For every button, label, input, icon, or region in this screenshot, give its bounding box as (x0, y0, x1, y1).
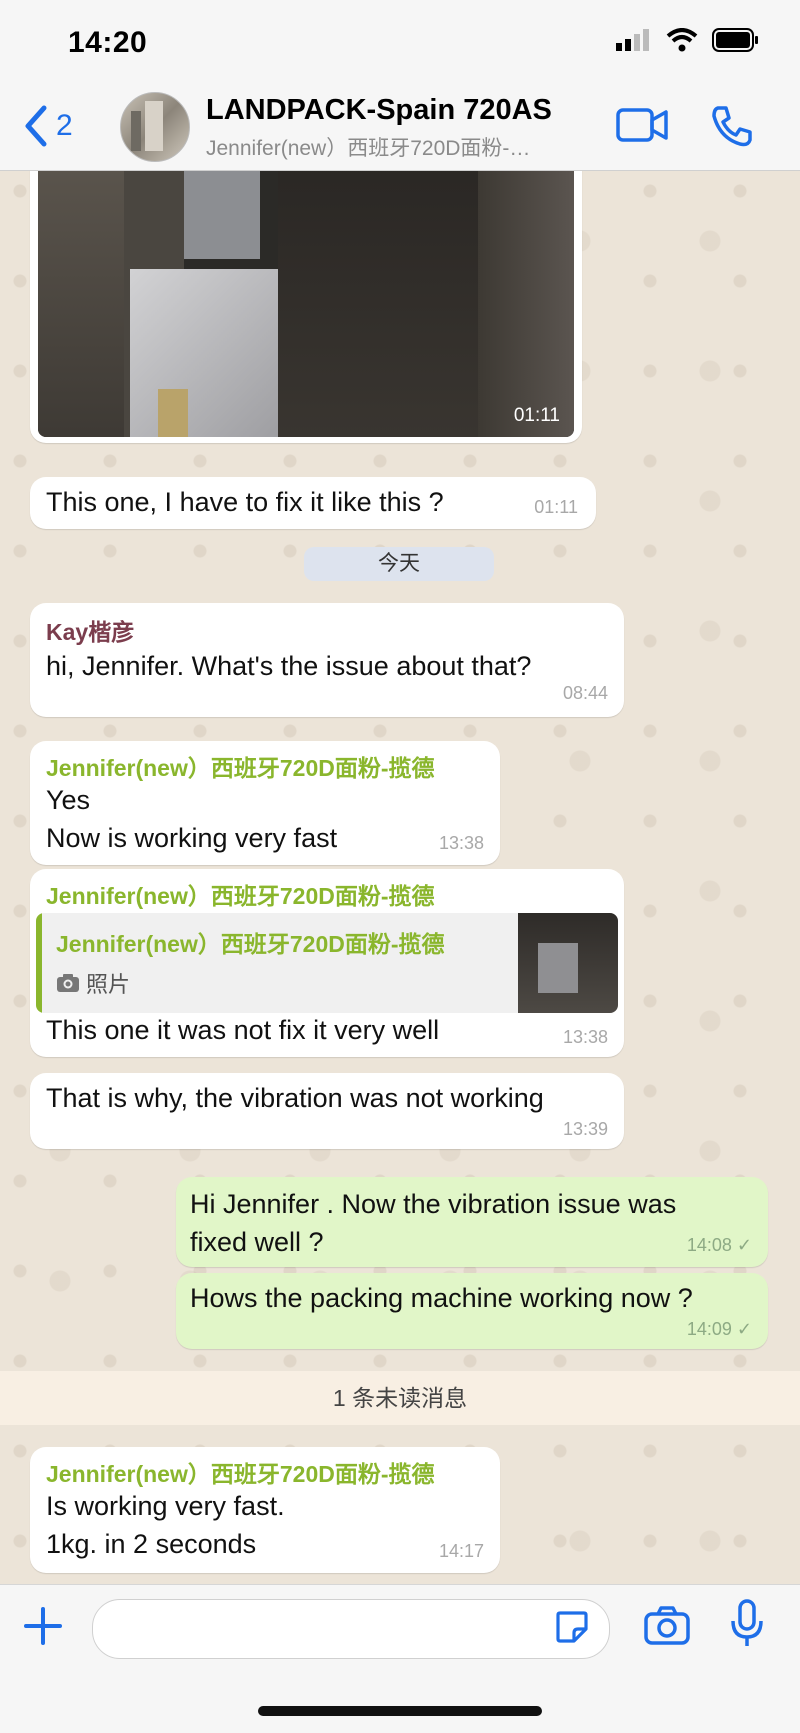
message-time: 01:11 (534, 497, 578, 517)
message-text: That is why, the vibration was not worki… (46, 1083, 544, 1113)
chat-subtitle[interactable]: Jennifer(new）西班牙720D面粉-… (206, 132, 530, 162)
message-text: Now is working very fast (46, 823, 338, 853)
message-text: Yes (46, 785, 91, 815)
status-time: 14:20 (68, 26, 148, 59)
message-time: 13:38 (562, 1027, 608, 1047)
video-thumbnail[interactable]: 01:11 (38, 171, 574, 437)
unread-chats-count: 2 (56, 109, 73, 142)
message-text: hi, Jennifer. What's the issue about tha… (46, 651, 532, 681)
chat-header: 2 LANDPACK-Spain 720AS Jennifer(new）西班牙7… (0, 88, 800, 171)
home-indicator[interactable] (258, 1706, 542, 1716)
message-text: This one, I have to fix it like this ? (46, 487, 444, 517)
sender-name[interactable]: Kay楷彦 (46, 613, 134, 647)
mic-icon (731, 1599, 763, 1646)
camera-icon (644, 1606, 690, 1645)
message-text: 1kg. in 2 seconds (46, 1529, 257, 1559)
unread-divider: 1 条未读消息 (0, 1371, 800, 1425)
message-bubble[interactable]: Jennifer(new）西班牙720D面粉-揽德 Is working ver… (30, 1447, 500, 1573)
sticker-button[interactable] (554, 1609, 590, 1650)
group-avatar[interactable] (120, 92, 190, 162)
message-text: Is working very fast. (46, 1491, 285, 1521)
attach-button[interactable] (22, 1605, 64, 1652)
outgoing-message-bubble[interactable]: Hows the packing machine working now ? 1… (176, 1273, 768, 1349)
message-input[interactable] (92, 1599, 610, 1659)
composer-bar (0, 1584, 800, 1733)
outgoing-message-bubble[interactable]: Hi Jennifer . Now the vibration issue wa… (176, 1177, 768, 1267)
message-time-text: 14:08 (686, 1235, 732, 1255)
status-icons (616, 28, 760, 52)
video-duration: 01:11 (513, 405, 560, 426)
back-chevron-icon (25, 105, 47, 147)
message-bubble[interactable]: Jennifer(new）西班牙720D面粉-揽德 Yes Now is wor… (30, 741, 500, 865)
message-time: 08:44 (562, 683, 608, 703)
message-time-text: 14:09 (686, 1319, 732, 1339)
sender-name[interactable]: Jennifer(new）西班牙720D面粉-揽德 (46, 877, 435, 911)
voice-message-button[interactable] (730, 1599, 764, 1654)
sender-name[interactable]: Jennifer(new）西班牙720D面粉-揽德 (46, 749, 435, 783)
message-bubble[interactable]: That is why, the vibration was not worki… (30, 1073, 624, 1149)
message-bubble[interactable]: This one, I have to fix it like this ? 0… (30, 477, 596, 529)
message-bubble[interactable]: Kay楷彦 hi, Jennifer. What's the issue abo… (30, 603, 624, 717)
message-text: This one it was not fix it very well (46, 1015, 440, 1045)
message-time: 14:08 ✓ (687, 1235, 752, 1256)
message-text: fixed well ? (190, 1227, 324, 1257)
signal-icon (616, 29, 649, 51)
quote-thumbnail (518, 913, 618, 1013)
read-check-icon: ✓ (736, 1319, 752, 1339)
quoted-message[interactable]: Jennifer(new）西班牙720D面粉-揽德 照片 (36, 913, 618, 1013)
wifi-icon (666, 28, 698, 52)
video-call-icon (616, 108, 668, 142)
read-check-icon: ✓ (736, 1235, 752, 1255)
video-call-button[interactable] (616, 106, 668, 149)
message-text: Hi Jennifer . Now the vibration issue wa… (190, 1189, 677, 1219)
message-text: Hows the packing machine working now ? (190, 1283, 693, 1313)
camera-button[interactable] (644, 1605, 690, 1650)
voice-call-button[interactable] (710, 104, 754, 153)
back-button[interactable]: 2 (22, 104, 73, 148)
quote-accent-bar (36, 913, 42, 1013)
chat-title[interactable]: LANDPACK-Spain 720AS (206, 94, 552, 127)
battery-icon (712, 28, 758, 52)
quote-label: 照片 (56, 967, 130, 999)
message-time: 13:38 (438, 833, 484, 853)
status-bar: 14:20 (0, 0, 800, 88)
message-time: 14:09 ✓ (687, 1319, 752, 1340)
sticker-icon (556, 1611, 588, 1643)
phone-icon (712, 106, 752, 147)
camera-small-icon (57, 974, 79, 992)
message-list[interactable]: 01:11 This one, I have to fix it like th… (0, 171, 800, 1584)
quote-label-text: 照片 (86, 972, 131, 997)
message-time: 14:17 (438, 1541, 484, 1561)
plus-icon (24, 1607, 62, 1645)
quote-sender: Jennifer(new）西班牙720D面粉-揽德 (56, 931, 445, 957)
date-divider: 今天 (304, 547, 494, 581)
message-time: 13:39 (562, 1119, 608, 1139)
sender-name[interactable]: Jennifer(new）西班牙720D面粉-揽德 (46, 1455, 435, 1489)
